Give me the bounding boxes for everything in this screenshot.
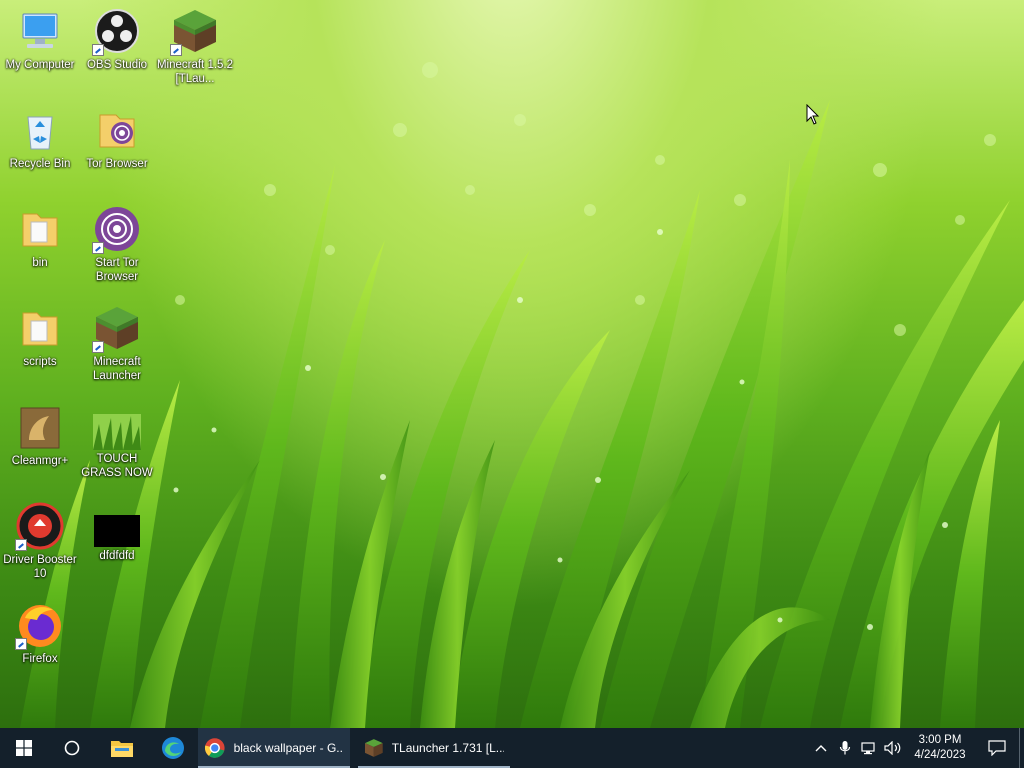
edge-icon [162,737,184,759]
icon-label: Minecraft 1.5.2 [TLau... [156,59,234,85]
desktop-icon-dfdfdfd[interactable]: dfdfdfd [77,495,157,587]
desktop-icon-recycle-bin[interactable]: Recycle Bin [0,99,80,191]
system-tray: 3:00 PM 4/24/2023 [809,728,1024,768]
file-explorer-icon [111,741,133,757]
icon-label: Minecraft Launcher [93,356,141,382]
taskbar-file-explorer[interactable] [96,728,148,768]
grass-image-thumbnail-icon [93,414,141,450]
speaker-icon [884,741,901,755]
shortcut-arrow-icon [170,44,182,56]
desktop-icon-tor-browser-folder[interactable]: Tor Browser [77,99,157,191]
desktop-icon-scripts-folder[interactable]: scripts [0,297,80,389]
start-button[interactable] [0,728,48,768]
notification-center-icon [988,740,1006,756]
desktop-icon-cleanmgr-plus[interactable]: Cleanmgr+ [0,396,80,488]
desktop-icon-minecraft-launcher[interactable]: Minecraft Launcher [77,297,157,389]
icon-label: Driver Booster 10 [3,554,77,580]
folder-icon [15,303,65,353]
desktop-icon-start-tor-browser[interactable]: Start Tor Browser [77,198,157,290]
chrome-icon [204,738,225,758]
shortcut-arrow-icon [92,242,104,254]
icon-label: OBS Studio [86,59,148,71]
minecraft-grass-block-icon [92,303,142,353]
taskbar-edge[interactable] [148,728,198,768]
show-hidden-icons-button[interactable] [809,728,833,768]
minecraft-icon [364,739,383,757]
desktop-icon-driver-booster[interactable]: Driver Booster 10 [0,495,80,587]
cleanmgr-icon [15,402,65,452]
icon-label: Firefox [22,653,58,665]
network-button[interactable] [857,728,881,768]
recycle-bin-icon [15,105,65,155]
icon-label: Recycle Bin [9,158,71,170]
desktop-icon-touch-grass-now[interactable]: TOUCH GRASS NOW [77,396,157,488]
black-image-thumbnail-icon [94,515,140,547]
icon-label: dfdfdfd [99,550,135,562]
desktop-icon-minecraft-152[interactable]: Minecraft 1.5.2 [TLau... [155,0,235,92]
microphone-button[interactable] [833,728,857,768]
clock[interactable]: 3:00 PM 4/24/2023 [905,733,975,763]
shortcut-arrow-icon [15,638,27,650]
taskbar-chrome-window[interactable]: black wallpaper - G... [198,728,350,768]
icon-label: My Computer [5,59,75,71]
obs-studio-icon [92,6,142,56]
icon-label: Start Tor Browser [95,257,139,283]
shortcut-arrow-icon [92,341,104,353]
desktop-icon-bin-folder[interactable]: bin [0,198,80,290]
desktop-icon-my-computer[interactable]: My Computer [0,0,80,92]
icon-label: bin [32,257,48,269]
shortcut-arrow-icon [92,44,104,56]
minecraft-grass-block-icon [170,6,220,56]
taskbar-app-label: black wallpaper - G... [233,741,344,755]
taskbar: black wallpaper - G... TLauncher 1.731 [… [0,728,1024,768]
clock-time: 3:00 PM [918,734,962,746]
show-desktop-button[interactable] [1019,728,1024,768]
desktop[interactable]: My Computer OBS Studio Minecraft 1.5.2 [… [0,0,1024,728]
network-icon [861,742,875,755]
icon-label: Tor Browser [86,158,148,170]
tor-folder-icon [92,105,142,155]
desktop-icon-firefox[interactable]: Firefox [0,594,80,686]
driver-booster-icon [15,501,65,551]
icon-label: TOUCH GRASS NOW [81,453,153,479]
clock-date: 4/24/2023 [914,749,966,761]
chevron-up-icon [815,745,827,752]
taskbar-tlauncher-window[interactable]: TLauncher 1.731 [L... [358,728,510,768]
computer-icon [15,6,65,56]
tor-browser-icon [92,204,142,254]
microphone-icon [839,741,851,755]
search-circle-icon [64,740,80,756]
desktop-icon-obs-studio[interactable]: OBS Studio [77,0,157,92]
volume-button[interactable] [881,728,905,768]
notifications-button[interactable] [975,728,1019,768]
mouse-cursor-icon [806,104,820,125]
icon-label: scripts [23,356,57,368]
icon-label: Cleanmgr+ [11,455,69,467]
taskbar-app-label: TLauncher 1.731 [L... [391,741,504,755]
folder-icon [15,204,65,254]
search-button[interactable] [48,728,96,768]
firefox-icon [15,600,65,650]
shortcut-arrow-icon [15,539,27,551]
windows-logo-icon [16,740,32,756]
